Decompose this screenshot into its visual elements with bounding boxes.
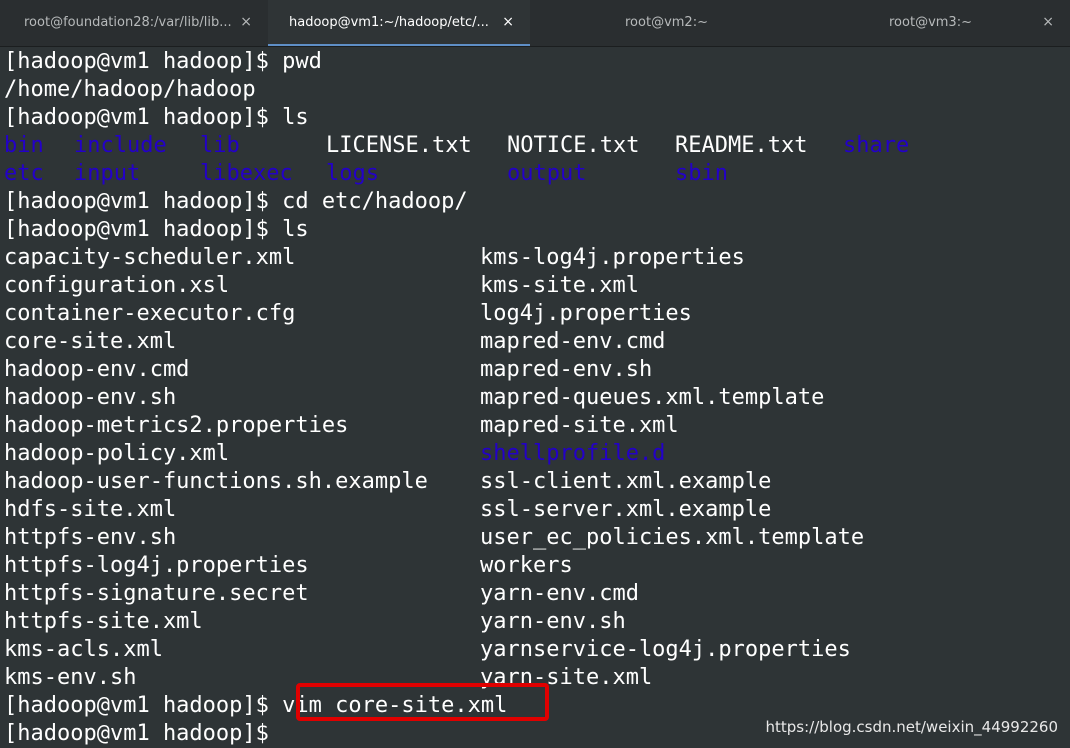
file-entry: container-executor.cfg: [4, 301, 296, 326]
file-entry: log4j.properties: [480, 301, 692, 326]
terminal-output[interactable]: [hadoop@vm1 hadoop]$ pwd /home/hadoop/ha…: [0, 47, 1070, 748]
listing-row: hadoop-metrics2.properties mapred-site.xm…: [4, 412, 1004, 440]
file-entry: hadoop-env.cmd: [4, 357, 190, 382]
listing-row: container-executor.cfg log4j.properties: [4, 300, 1004, 328]
tab-vm1[interactable]: hadoop@vm1:~/hadoop/etc/... ×: [268, 0, 530, 46]
file-entry: ssl-client.xml.example: [480, 469, 772, 494]
output-line: /home/hadoop/hadoop: [4, 77, 256, 102]
file-entry: kms-log4j.properties: [480, 245, 745, 270]
dir-entry: input: [74, 161, 141, 186]
file-entry: yarnservice-log4j.properties: [480, 637, 851, 662]
listing-row: httpfs-env.sh user_ec_policies.xml.templa…: [4, 524, 1004, 552]
dir-entry: logs: [326, 161, 379, 186]
listing-row: hadoop-user-functions.sh.example ssl-clie…: [4, 468, 1004, 496]
tab-vm3[interactable]: root@vm3:~ ×: [800, 0, 1070, 46]
file-entry: kms-site.xml: [480, 273, 639, 298]
tab-vm2[interactable]: root@vm2:~: [530, 0, 800, 46]
dir-entry: lib: [200, 133, 240, 158]
file-entry: httpfs-log4j.properties: [4, 553, 309, 578]
listing-row: capacity-scheduler.xml kms-log4j.properti…: [4, 244, 1004, 272]
listing-row: hadoop-env.sh mapred-queues.xml.template: [4, 384, 1004, 412]
tab-title: root@vm3:~: [889, 15, 972, 30]
file-entry: hadoop-user-functions.sh.example: [4, 469, 428, 494]
prompt: [hadoop@vm1 hadoop]$: [4, 721, 283, 746]
listing-row: configuration.xsl kms-site.xml: [4, 272, 1004, 300]
tab-title: hadoop@vm1:~/hadoop/etc/...: [289, 15, 489, 30]
listing-row: httpfs-site.xml yarn-env.sh: [4, 608, 1004, 636]
file-entry: hdfs-site.xml: [4, 497, 177, 522]
watermark: https://blog.csdn.net/weixin_44992260: [765, 718, 1058, 736]
ls-row: etc input libexec logs output sbin: [4, 160, 1004, 188]
listing-row: httpfs-log4j.properties workers: [4, 552, 1004, 580]
file-entry: LICENSE.txt: [326, 133, 472, 158]
file-entry: httpfs-signature.secret: [4, 581, 309, 606]
file-entry: kms-env.sh: [4, 665, 137, 690]
listing-row: hadoop-policy.xml shellprofile.d: [4, 440, 1004, 468]
file-entry: hadoop-env.sh: [4, 385, 177, 410]
tab-bar: root@foundation28:/var/lib/lib... × hado…: [0, 0, 1070, 47]
dir-entry: bin: [4, 133, 44, 158]
close-icon[interactable]: ×: [1042, 14, 1054, 30]
prompt-line: [hadoop@vm1 hadoop]$ ls: [4, 104, 309, 132]
file-entry: core-site.xml: [4, 329, 177, 354]
dir-entry: sbin: [675, 161, 728, 186]
close-icon[interactable]: ×: [502, 14, 514, 30]
prompt: [hadoop@vm1 hadoop]$: [4, 49, 283, 74]
prompt: [hadoop@vm1 hadoop]$: [4, 105, 283, 130]
prompt: [hadoop@vm1 hadoop]$: [4, 217, 283, 242]
command: ls: [282, 217, 309, 242]
tab-title: root@vm2:~: [625, 15, 708, 30]
prompt-line: [hadoop@vm1 hadoop]$ pwd: [4, 48, 322, 76]
command: pwd: [282, 49, 322, 74]
file-entry: httpfs-site.xml: [4, 609, 203, 634]
tab-foundation28[interactable]: root@foundation28:/var/lib/lib... ×: [0, 0, 268, 46]
dir-entry: libexec: [200, 161, 293, 186]
listing-row: hadoop-env.cmd mapred-env.sh: [4, 356, 1004, 384]
file-entry: yarn-env.sh: [480, 609, 626, 634]
dir-entry: shellprofile.d: [480, 441, 666, 466]
file-entry: hadoop-policy.xml: [4, 441, 230, 466]
file-entry: kms-acls.xml: [4, 637, 163, 662]
file-entry: workers: [480, 553, 573, 578]
prompt-line: [hadoop@vm1 hadoop]$ cd etc/hadoop/: [4, 188, 468, 216]
listing-row: core-site.xml mapred-env.cmd: [4, 328, 1004, 356]
prompt: [hadoop@vm1 hadoop]$: [4, 693, 283, 718]
command: ls: [282, 105, 309, 130]
prompt-line: [hadoop@vm1 hadoop]$ ls: [4, 216, 309, 244]
file-entry: ssl-server.xml.example: [480, 497, 772, 522]
prompt-line: [hadoop@vm1 hadoop]$: [4, 720, 282, 748]
dir-entry: etc: [4, 161, 44, 186]
file-entry: yarn-env.cmd: [480, 581, 639, 606]
file-entry: httpfs-env.sh: [4, 525, 177, 550]
file-entry: mapred-queues.xml.template: [480, 385, 825, 410]
file-entry: mapred-env.cmd: [480, 329, 666, 354]
dir-entry: share: [843, 133, 910, 158]
file-entry: mapred-site.xml: [480, 413, 679, 438]
command: cd etc/hadoop/: [282, 189, 468, 214]
highlight-box: [296, 683, 549, 721]
file-entry: mapred-env.sh: [480, 357, 653, 382]
listing-row: httpfs-signature.secret yarn-env.cmd: [4, 580, 1004, 608]
file-entry: configuration.xsl: [4, 273, 230, 298]
close-icon[interactable]: ×: [240, 14, 252, 30]
file-entry: hadoop-metrics2.properties: [4, 413, 349, 438]
tab-title: root@foundation28:/var/lib/lib...: [24, 15, 232, 30]
file-entry: user_ec_policies.xml.template: [480, 525, 865, 550]
listing-row: hdfs-site.xml ssl-server.xml.example: [4, 496, 1004, 524]
listing-row: kms-acls.xml yarnservice-log4j.properties: [4, 636, 1004, 664]
file-entry: README.txt: [675, 133, 808, 158]
file-entry: NOTICE.txt: [507, 133, 640, 158]
file-entry: capacity-scheduler.xml: [4, 245, 296, 270]
dir-entry: include: [74, 133, 167, 158]
prompt: [hadoop@vm1 hadoop]$: [4, 189, 283, 214]
dir-entry: output: [507, 161, 587, 186]
ls-row: bin include lib LICENSE.txt NOTICE.txt R…: [4, 132, 1004, 160]
